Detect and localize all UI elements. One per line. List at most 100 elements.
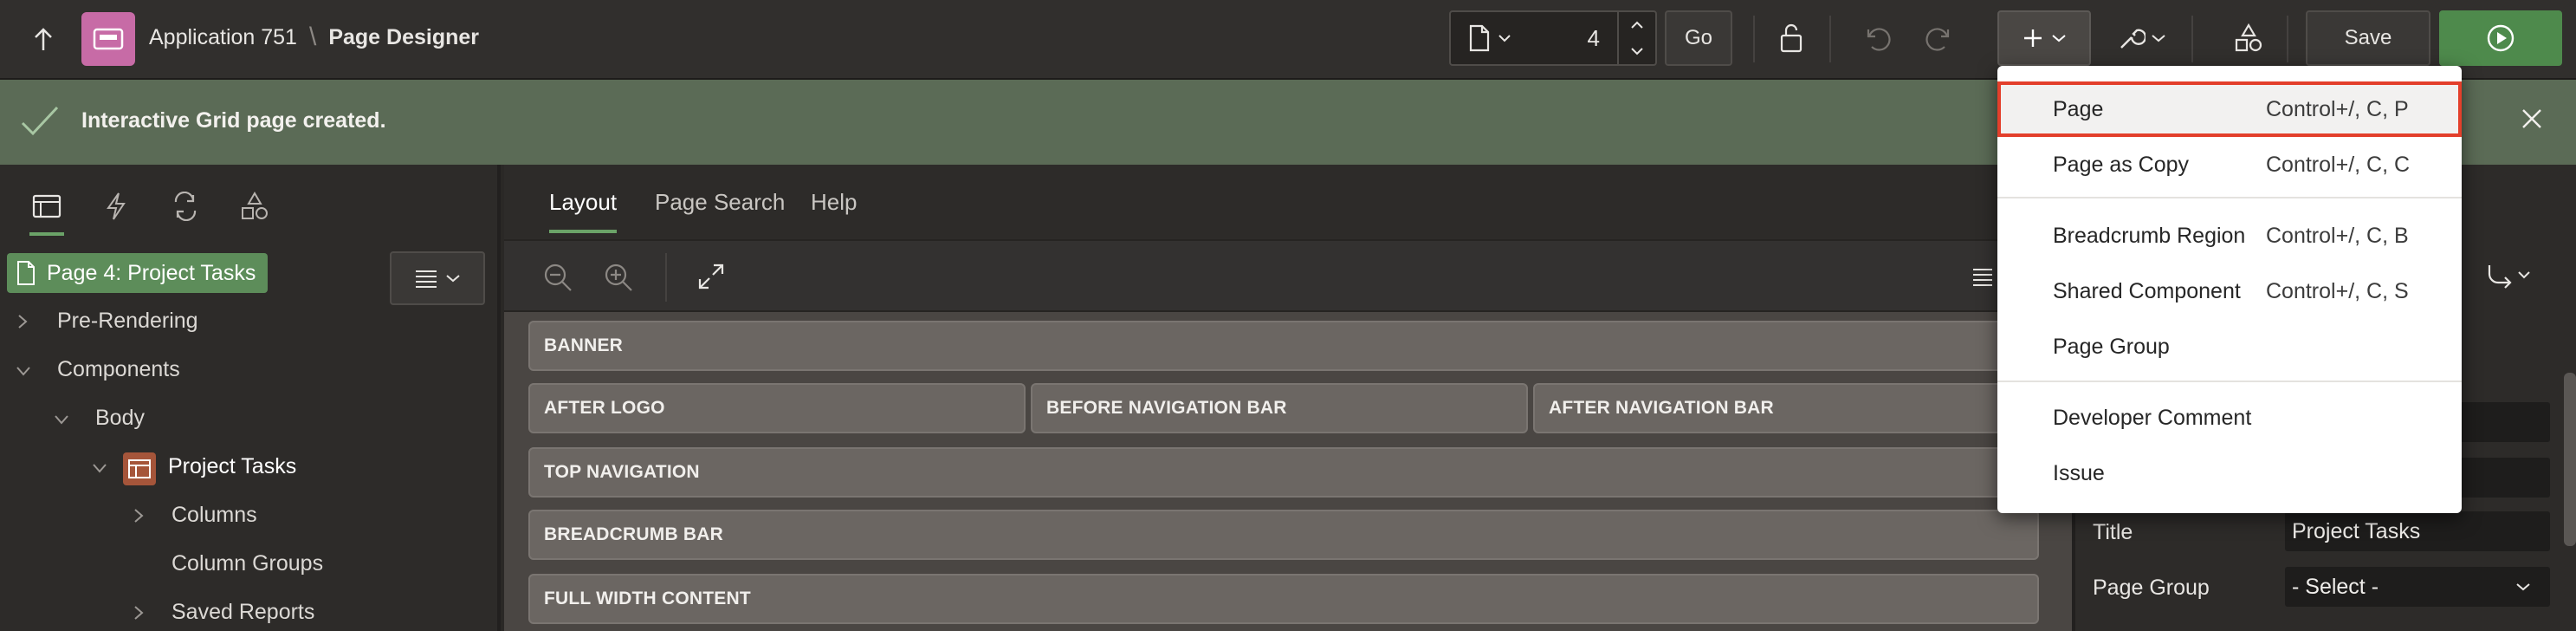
chevron-down-icon — [16, 367, 30, 376]
menu-item-shortcut: Control+/, C, S — [2266, 278, 2409, 303]
shared-components-icon[interactable] — [2230, 17, 2268, 59]
tab-rendering[interactable] — [23, 182, 71, 236]
go-button[interactable]: Go — [1665, 10, 1732, 66]
zoom-out-icon — [544, 263, 572, 291]
lock-icon[interactable] — [1772, 17, 1810, 59]
undo-icon[interactable] — [1857, 17, 1895, 59]
rendering-tree-panel: Page 4: Project Tasks Pre-Rendering Comp… — [0, 165, 501, 631]
page-number-selector[interactable]: 4 — [1449, 10, 1657, 66]
create-menu-button[interactable] — [1997, 10, 2091, 66]
tree-options-menu-button[interactable] — [390, 251, 485, 305]
menu-item-label: Page as Copy — [2053, 152, 2190, 177]
tree-item-components[interactable]: Components — [57, 357, 180, 382]
menu-item-shortcut: Control+/, C, P — [2266, 96, 2409, 121]
menu-lines-icon — [416, 270, 437, 288]
breadcrumb-app-link[interactable]: Application 751 — [149, 25, 297, 50]
title-label: Title — [2093, 520, 2133, 544]
scrollbar[interactable] — [2564, 373, 2576, 546]
tab-page-search[interactable]: Page Search — [655, 189, 785, 216]
region-banner[interactable]: BANNER — [528, 321, 2039, 371]
menu-item-page-group[interactable]: Page Group — [1997, 319, 2462, 374]
chevron-right-icon — [134, 606, 144, 620]
page-finder-button[interactable] — [1451, 12, 1529, 64]
toolbar-divider — [1829, 16, 1831, 62]
region-full-width-content[interactable]: FULL WIDTH CONTENT — [528, 574, 2039, 624]
page-group-select-value: - Select - — [2292, 574, 2379, 599]
breadcrumb-current-page: Page Designer — [328, 24, 479, 49]
chevron-right-icon — [134, 509, 144, 523]
save-button[interactable]: Save — [2306, 10, 2430, 66]
menu-item-label: Developer Comment — [2053, 405, 2252, 430]
menu-item-label: Page Group — [2053, 334, 2170, 359]
close-icon[interactable] — [2519, 106, 2545, 136]
page-number-stepper[interactable] — [1617, 12, 1655, 64]
up-arrow-icon[interactable] — [26, 23, 61, 57]
region-after-logo[interactable]: AFTER LOGO — [528, 383, 1026, 433]
region-top-navigation[interactable]: TOP NAVIGATION — [528, 447, 2039, 498]
chevron-down-icon — [1498, 35, 1511, 42]
utilities-menu-button[interactable] — [2107, 17, 2176, 59]
tree-item-project-tasks[interactable]: Project Tasks — [168, 454, 296, 479]
menu-item-page[interactable]: Page Control+/, C, P — [1997, 81, 2462, 137]
rendering-icon — [32, 194, 61, 218]
tab-help[interactable]: Help — [811, 189, 857, 216]
menu-item-shortcut: Control+/, C, C — [2266, 152, 2411, 177]
zoom-in-icon — [605, 263, 632, 291]
tree-item-pre-rendering[interactable]: Pre-Rendering — [57, 309, 198, 334]
toolbar-divider — [1753, 16, 1755, 62]
toolbar-divider — [665, 253, 667, 302]
layout-toolbar — [504, 239, 2072, 312]
menu-item-page-as-copy[interactable]: Page as Copy Control+/, C, C — [1997, 137, 2462, 192]
checkmark-icon — [19, 104, 61, 143]
notification-message: Interactive Grid page created. — [81, 108, 386, 133]
application-icon[interactable] — [81, 12, 135, 66]
chevron-down-icon — [446, 275, 460, 283]
page-group-label: Page Group — [2093, 576, 2210, 600]
chevron-down-icon — [2152, 35, 2165, 42]
expand-icon — [698, 263, 724, 289]
menu-item-shared-component[interactable]: Shared Component Control+/, C, S — [1997, 263, 2462, 319]
page-number-input[interactable]: 4 — [1529, 25, 1617, 52]
menu-item-developer-comment[interactable]: Developer Comment — [1997, 390, 2462, 446]
processing-icon — [174, 192, 197, 221]
tree-item-saved-reports[interactable]: Saved Reports — [172, 600, 314, 625]
tree-item-column-groups[interactable]: Column Groups — [172, 551, 323, 576]
chevron-up-icon — [1631, 21, 1643, 29]
tree-page-node[interactable]: Page 4: Project Tasks — [7, 253, 269, 293]
chevron-down-icon — [1631, 48, 1643, 55]
region-breadcrumb-bar[interactable]: BREADCRUMB BAR — [528, 510, 2039, 560]
chevron-right-icon — [18, 315, 28, 329]
menu-item-breadcrumb-region[interactable]: Breadcrumb Region Control+/, C, B — [1997, 208, 2462, 263]
menu-item-label: Page — [2053, 96, 2104, 121]
region-before-navigation-bar[interactable]: BEFORE NAVIGATION BAR — [1031, 383, 1528, 433]
menu-separator — [1997, 197, 2462, 198]
chevron-down-icon — [2516, 583, 2530, 591]
title-input[interactable]: Project Tasks — [2285, 511, 2550, 551]
toolbar-divider — [2287, 16, 2288, 62]
document-icon — [1469, 24, 1490, 52]
tree-item-body[interactable]: Body — [95, 406, 145, 431]
toolbar-divider — [2191, 16, 2193, 62]
chevron-down-icon — [93, 464, 107, 473]
breadcrumb: Application 751 \ Page Designer — [149, 23, 479, 52]
region-after-navigation-bar[interactable]: AFTER NAVIGATION BAR — [1533, 383, 2039, 433]
run-page-button[interactable] — [2439, 10, 2562, 66]
tree-item-columns[interactable]: Columns — [172, 503, 257, 528]
menu-item-shortcut: Control+/, C, B — [2266, 223, 2409, 248]
menu-item-label: Breadcrumb Region — [2053, 223, 2246, 248]
page-group-select[interactable]: - Select - — [2285, 567, 2550, 607]
create-dropdown-menu: Page Control+/, C, P Page as Copy Contro… — [1997, 66, 2462, 513]
tab-shared-components[interactable] — [230, 182, 279, 231]
tab-dynamic-actions[interactable] — [92, 182, 140, 231]
interactive-grid-icon — [123, 452, 156, 485]
left-panel-tabs — [0, 165, 501, 241]
menu-item-issue[interactable]: Issue — [1997, 446, 2462, 501]
chevron-down-icon — [55, 415, 68, 425]
tab-layout[interactable]: Layout — [549, 189, 618, 233]
shapes-icon — [242, 192, 268, 219]
menu-lines-icon — [1973, 269, 1992, 286]
redo-icon[interactable] — [1921, 17, 1959, 59]
center-tabs: Layout Page Search Help — [504, 165, 2072, 239]
menu-item-label: Issue — [2053, 460, 2105, 485]
tab-processing[interactable] — [161, 182, 210, 231]
